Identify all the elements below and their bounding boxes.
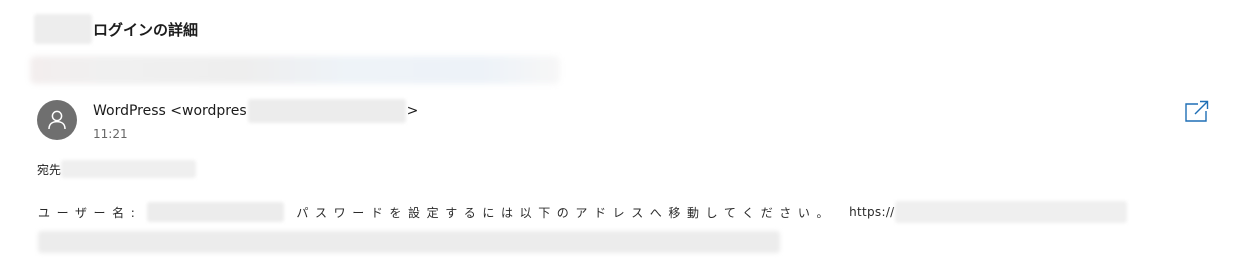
redacted-subject-prefix [34, 14, 92, 44]
redacted-url-continuation [38, 231, 780, 253]
sender-avatar [37, 100, 77, 140]
subject-text: ログインの詳細 [93, 20, 199, 39]
email-subject: ログインの詳細 [34, 12, 198, 46]
redacted-sender-address [247, 99, 406, 123]
sender-name: WordPress <wordpres [93, 103, 247, 119]
person-icon [48, 110, 66, 130]
redacted-metadata-bar [30, 56, 560, 84]
email-body-line: ユーザー名: パスワードを設定するには以下のアドレスへ移動してください。 htt… [38, 201, 1127, 223]
redacted-recipient [61, 160, 197, 178]
recipient-line: 宛先 [37, 160, 197, 178]
instruction-text: パスワードを設定するには以下のアドレスへ移動してください。 [296, 205, 836, 220]
sent-time: 11:21 [93, 127, 128, 141]
reset-link[interactable]: https:// [849, 205, 894, 219]
username-label: ユーザー名: [38, 205, 142, 220]
sender-line[interactable]: WordPress <wordpres > [93, 99, 419, 123]
redacted-url [894, 201, 1127, 223]
sender-suffix: > [406, 103, 419, 119]
open-in-new-window-button[interactable] [1183, 99, 1211, 123]
recipient-label: 宛先 [37, 162, 62, 177]
redacted-username [147, 202, 285, 222]
open-in-new-window-icon [1185, 100, 1209, 122]
